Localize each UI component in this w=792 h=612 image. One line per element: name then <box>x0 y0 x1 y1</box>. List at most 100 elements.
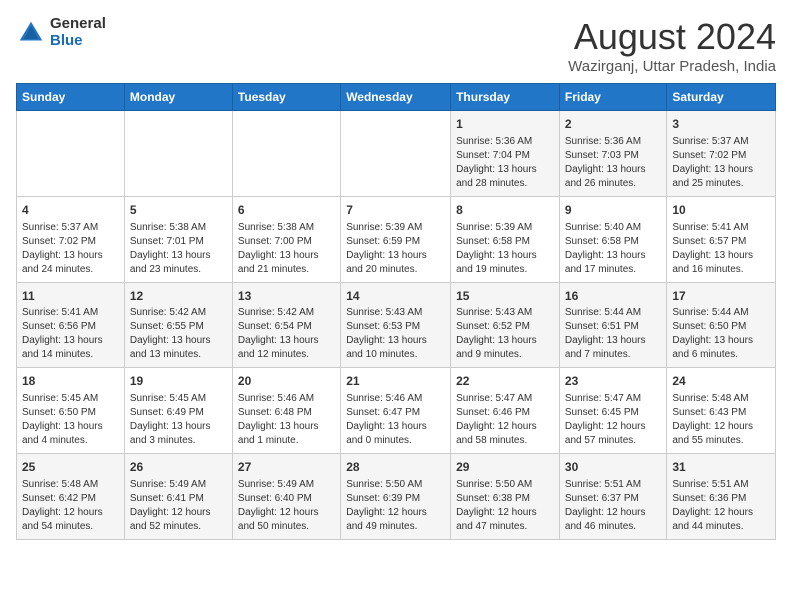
calendar-cell: 19 Sunrise: 5:45 AM Sunset: 6:49 PM Dayli… <box>124 368 232 454</box>
day-number: 30 <box>565 459 661 476</box>
day-info: Sunrise: 5:45 AM Sunset: 6:50 PM Dayligh… <box>22 392 119 448</box>
day-info: Sunrise: 5:48 AM Sunset: 6:43 PM Dayligh… <box>672 392 770 448</box>
calendar-cell: 12Sunrise: 5:42 AM Sunset: 6:55 PM Dayli… <box>124 282 232 368</box>
day-number: 25 <box>22 459 119 476</box>
calendar-cell: 11Sunrise: 5:41 AM Sunset: 6:56 PM Dayli… <box>17 282 125 368</box>
calendar-week-row: 25 Sunrise: 5:48 AM Sunset: 6:42 PM Dayli… <box>17 454 776 540</box>
weekday-header: Friday <box>559 84 666 111</box>
day-info: Sunrise: 5:49 AM Sunset: 6:40 PM Dayligh… <box>238 478 335 534</box>
calendar-cell: 13Sunrise: 5:42 AM Sunset: 6:54 PM Dayli… <box>232 282 340 368</box>
day-number: 31 <box>672 459 770 476</box>
calendar-cell: 4Sunrise: 5:37 AM Sunset: 7:02 PM Daylig… <box>17 196 125 282</box>
day-number: 3 <box>672 116 770 133</box>
day-number: 5 <box>130 202 227 219</box>
day-info: Sunrise: 5:43 AM Sunset: 6:52 PM Dayligh… <box>456 306 554 362</box>
calendar-cell: 17Sunrise: 5:44 AM Sunset: 6:50 PM Dayli… <box>667 282 776 368</box>
calendar-cell: 15Sunrise: 5:43 AM Sunset: 6:52 PM Dayli… <box>451 282 560 368</box>
day-info: Sunrise: 5:43 AM Sunset: 6:53 PM Dayligh… <box>346 306 445 362</box>
day-info: Sunrise: 5:46 AM Sunset: 6:48 PM Dayligh… <box>238 392 335 448</box>
calendar-cell: 9Sunrise: 5:40 AM Sunset: 6:58 PM Daylig… <box>559 196 666 282</box>
day-info: Sunrise: 5:47 AM Sunset: 6:46 PM Dayligh… <box>456 392 554 448</box>
calendar-cell: 7 Sunrise: 5:39 AM Sunset: 6:59 PM Daylig… <box>341 196 451 282</box>
calendar-cell: 31Sunrise: 5:51 AM Sunset: 6:36 PM Dayli… <box>667 454 776 540</box>
calendar-week-row: 18 Sunrise: 5:45 AM Sunset: 6:50 PM Dayli… <box>17 368 776 454</box>
day-info: Sunrise: 5:42 AM Sunset: 6:55 PM Dayligh… <box>130 306 227 362</box>
day-info: Sunrise: 5:39 AM Sunset: 6:58 PM Dayligh… <box>456 221 554 277</box>
logo-general-text: General <box>50 16 106 33</box>
weekday-header: Monday <box>124 84 232 111</box>
day-number: 6 <box>238 202 335 219</box>
day-info: Sunrise: 5:45 AM Sunset: 6:49 PM Dayligh… <box>130 392 227 448</box>
day-number: 27 <box>238 459 335 476</box>
day-number: 8 <box>456 202 554 219</box>
day-info: Sunrise: 5:41 AM Sunset: 6:56 PM Dayligh… <box>22 306 119 362</box>
calendar-cell: 25 Sunrise: 5:48 AM Sunset: 6:42 PM Dayli… <box>17 454 125 540</box>
month-title: August 2024 <box>568 16 776 58</box>
title-area: August 2024 Wazirganj, Uttar Pradesh, In… <box>568 16 776 75</box>
logo-text: General Blue <box>50 16 106 49</box>
calendar-cell <box>17 111 125 197</box>
calendar-cell: 28Sunrise: 5:50 AM Sunset: 6:39 PM Dayli… <box>341 454 451 540</box>
logo-icon <box>16 18 46 48</box>
day-info: Sunrise: 5:41 AM Sunset: 6:57 PM Dayligh… <box>672 221 770 277</box>
day-number: 15 <box>456 288 554 305</box>
calendar-cell <box>232 111 340 197</box>
calendar-header: SundayMondayTuesdayWednesdayThursdayFrid… <box>17 84 776 111</box>
day-number: 18 <box>22 373 119 390</box>
day-info: Sunrise: 5:46 AM Sunset: 6:47 PM Dayligh… <box>346 392 445 448</box>
day-number: 23 <box>565 373 661 390</box>
calendar-cell: 8 Sunrise: 5:39 AM Sunset: 6:58 PM Daylig… <box>451 196 560 282</box>
day-info: Sunrise: 5:47 AM Sunset: 6:45 PM Dayligh… <box>565 392 661 448</box>
calendar-cell <box>124 111 232 197</box>
day-number: 14 <box>346 288 445 305</box>
weekday-header: Wednesday <box>341 84 451 111</box>
logo-blue-text: Blue <box>50 33 106 50</box>
weekday-header: Sunday <box>17 84 125 111</box>
day-info: Sunrise: 5:40 AM Sunset: 6:58 PM Dayligh… <box>565 221 661 277</box>
calendar-cell: 23 Sunrise: 5:47 AM Sunset: 6:45 PM Dayli… <box>559 368 666 454</box>
day-info: Sunrise: 5:38 AM Sunset: 7:00 PM Dayligh… <box>238 221 335 277</box>
day-number: 17 <box>672 288 770 305</box>
day-number: 11 <box>22 288 119 305</box>
calendar-week-row: 1 Sunrise: 5:36 AM Sunset: 7:04 PM Daylig… <box>17 111 776 197</box>
calendar-week-row: 11Sunrise: 5:41 AM Sunset: 6:56 PM Dayli… <box>17 282 776 368</box>
calendar-cell: 3 Sunrise: 5:37 AM Sunset: 7:02 PM Daylig… <box>667 111 776 197</box>
day-info: Sunrise: 5:44 AM Sunset: 6:51 PM Dayligh… <box>565 306 661 362</box>
calendar-cell: 10 Sunrise: 5:41 AM Sunset: 6:57 PM Dayli… <box>667 196 776 282</box>
day-number: 21 <box>346 373 445 390</box>
day-number: 1 <box>456 116 554 133</box>
calendar-body: 1 Sunrise: 5:36 AM Sunset: 7:04 PM Daylig… <box>17 111 776 540</box>
day-number: 16 <box>565 288 661 305</box>
page-header: General Blue August 2024 Wazirganj, Utta… <box>16 16 776 75</box>
day-info: Sunrise: 5:36 AM Sunset: 7:03 PM Dayligh… <box>565 135 661 191</box>
day-number: 24 <box>672 373 770 390</box>
calendar-week-row: 4Sunrise: 5:37 AM Sunset: 7:02 PM Daylig… <box>17 196 776 282</box>
day-number: 19 <box>130 373 227 390</box>
header-row: SundayMondayTuesdayWednesdayThursdayFrid… <box>17 84 776 111</box>
calendar-cell: 21 Sunrise: 5:46 AM Sunset: 6:47 PM Dayli… <box>341 368 451 454</box>
weekday-header: Saturday <box>667 84 776 111</box>
day-info: Sunrise: 5:49 AM Sunset: 6:41 PM Dayligh… <box>130 478 227 534</box>
day-info: Sunrise: 5:51 AM Sunset: 6:37 PM Dayligh… <box>565 478 661 534</box>
day-info: Sunrise: 5:36 AM Sunset: 7:04 PM Dayligh… <box>456 135 554 191</box>
day-number: 7 <box>346 202 445 219</box>
day-info: Sunrise: 5:48 AM Sunset: 6:42 PM Dayligh… <box>22 478 119 534</box>
calendar-table: SundayMondayTuesdayWednesdayThursdayFrid… <box>16 83 776 540</box>
calendar-cell: 27 Sunrise: 5:49 AM Sunset: 6:40 PM Dayli… <box>232 454 340 540</box>
day-number: 29 <box>456 459 554 476</box>
day-number: 10 <box>672 202 770 219</box>
day-number: 12 <box>130 288 227 305</box>
calendar-cell: 20Sunrise: 5:46 AM Sunset: 6:48 PM Dayli… <box>232 368 340 454</box>
day-number: 4 <box>22 202 119 219</box>
day-info: Sunrise: 5:37 AM Sunset: 7:02 PM Dayligh… <box>672 135 770 191</box>
day-info: Sunrise: 5:38 AM Sunset: 7:01 PM Dayligh… <box>130 221 227 277</box>
calendar-cell: 1 Sunrise: 5:36 AM Sunset: 7:04 PM Daylig… <box>451 111 560 197</box>
day-info: Sunrise: 5:50 AM Sunset: 6:39 PM Dayligh… <box>346 478 445 534</box>
calendar-cell: 5 Sunrise: 5:38 AM Sunset: 7:01 PM Daylig… <box>124 196 232 282</box>
day-number: 22 <box>456 373 554 390</box>
calendar-cell: 26 Sunrise: 5:49 AM Sunset: 6:41 PM Dayli… <box>124 454 232 540</box>
calendar-cell <box>341 111 451 197</box>
day-info: Sunrise: 5:39 AM Sunset: 6:59 PM Dayligh… <box>346 221 445 277</box>
day-info: Sunrise: 5:50 AM Sunset: 6:38 PM Dayligh… <box>456 478 554 534</box>
day-number: 26 <box>130 459 227 476</box>
